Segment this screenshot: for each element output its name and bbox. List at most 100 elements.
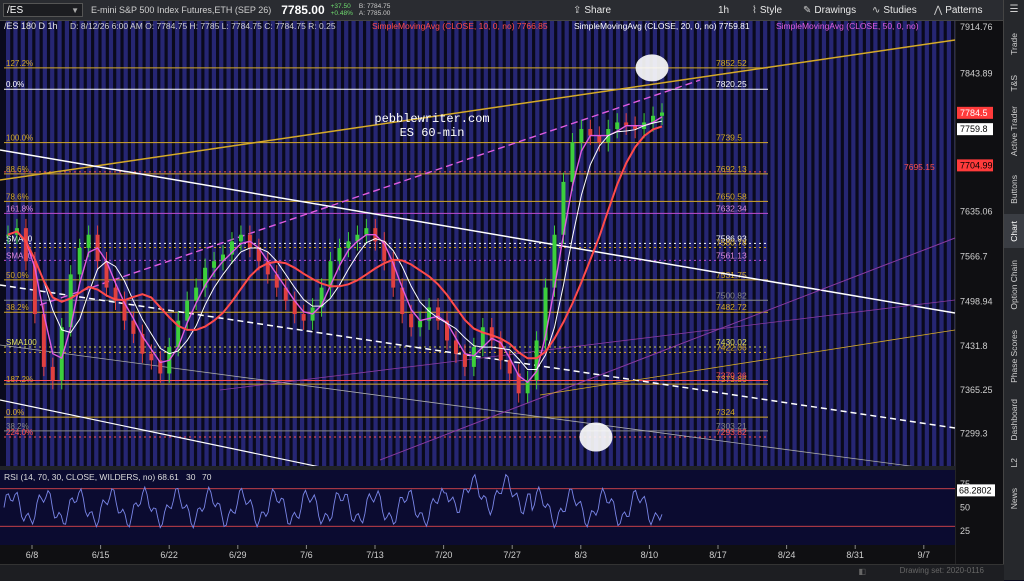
- tab-label: Buttons: [1009, 174, 1019, 204]
- style-label: Style: [759, 4, 783, 16]
- tab-option-chain[interactable]: Option Chain: [1004, 254, 1024, 316]
- tab-label: News: [1009, 488, 1019, 510]
- candle: [346, 241, 351, 248]
- symbol-input[interactable]: /ES ▼: [3, 3, 83, 17]
- y-tick-label: 7498.94: [960, 297, 993, 307]
- tab-label: T&S: [1009, 74, 1019, 92]
- annotation-text: pebblewriter.com: [374, 112, 489, 126]
- level-label: 7324: [716, 407, 735, 417]
- candle: [453, 340, 458, 354]
- chart-header: /ES ▼ E-mini S&P 500 Index Futures,ETH (…: [0, 0, 1004, 21]
- tab-l2[interactable]: L2: [1004, 450, 1024, 476]
- drawing-set-icon: ◧: [858, 567, 866, 576]
- y-tick-label: 7299.3: [960, 428, 988, 438]
- x-tick-label: 8/31: [846, 550, 864, 560]
- candle: [409, 314, 414, 328]
- style-icon: ⌇: [752, 4, 757, 16]
- time-stripe: [843, 20, 849, 466]
- candle: [364, 228, 369, 235]
- tab-active-trader[interactable]: Active Trader: [1004, 100, 1024, 162]
- x-tick-label: 6/15: [92, 550, 110, 560]
- share-button[interactable]: ⇪ Share: [573, 2, 611, 18]
- x-tick-label: 6/8: [26, 550, 39, 560]
- tab-label: Chart: [1009, 220, 1019, 242]
- level-tag: 187.2%: [6, 375, 33, 384]
- x-tick-label: 8/24: [778, 550, 796, 560]
- study-legend: SimpleMovingAvg (CLOSE, 20, 0, no) 7759.…: [574, 21, 750, 31]
- tab-news[interactable]: News: [1004, 482, 1024, 516]
- x-tick-label: 7/6: [300, 550, 313, 560]
- candle: [480, 327, 485, 348]
- time-stripe: [858, 20, 863, 466]
- y-tick-label: 7635.06: [960, 207, 993, 217]
- time-stripe: [865, 20, 871, 466]
- price-chart[interactable]: /ES 180 D 1h D: 8/12/26 6:00 AM O: 7784.7…: [0, 0, 1004, 580]
- change-value: +37.50: [330, 3, 351, 10]
- y-tick-label: 7843.89: [960, 69, 993, 79]
- y-tick-label: 7566.7: [960, 252, 988, 262]
- candle: [212, 261, 217, 268]
- drawings-label: Drawings: [814, 4, 857, 16]
- time-stripe: [851, 20, 856, 466]
- y-tick-label: 7365.25: [960, 385, 993, 395]
- ask-value: A: 7785.00: [358, 10, 391, 17]
- drawings-button[interactable]: ✎ Drawings: [803, 2, 856, 18]
- price-badge-label: 7784.5: [960, 108, 988, 118]
- level-label: 7580.78: [716, 237, 747, 247]
- timeframe-button[interactable]: 1h: [718, 2, 729, 18]
- level-tag: 0.0%: [6, 80, 24, 89]
- time-stripe: [821, 20, 827, 466]
- candle: [50, 366, 55, 381]
- ohlc-readout: D: 8/12/26 6:00 AM O: 7784.75 H: 7785 L:…: [70, 21, 336, 31]
- time-stripe: [785, 20, 790, 466]
- drawings-icon: ✎: [803, 4, 812, 16]
- level-tag: 78.6%: [6, 192, 29, 201]
- time-stripe: [910, 20, 915, 466]
- patterns-button[interactable]: ⋀ Patterns: [934, 2, 982, 18]
- study-legend: SimpleMovingAvg (CLOSE, 50, 0, no): [776, 21, 919, 31]
- style-button[interactable]: ⌇ Style: [752, 2, 782, 18]
- level-label: 7561.13: [716, 250, 747, 260]
- level-label: 7852.52: [716, 58, 747, 68]
- level-tag: SMA100: [6, 338, 37, 347]
- right-sidebar: ☰ Trade T&S Active Trader Buttons Chart …: [1003, 0, 1024, 580]
- x-tick-label: 6/22: [160, 550, 178, 560]
- studies-button[interactable]: ∿ Studies: [872, 2, 917, 18]
- candle: [77, 247, 82, 275]
- candle: [86, 234, 91, 248]
- study-legend: SimpleMovingAvg (CLOSE, 10, 0, no) 7766.…: [372, 21, 548, 31]
- candle: [579, 129, 584, 143]
- tab-buttons[interactable]: Buttons: [1004, 168, 1024, 210]
- time-stripe: [917, 20, 922, 466]
- x-tick-label: 8/17: [709, 550, 727, 560]
- price-change: +37.50 +0.48%: [331, 3, 353, 17]
- menu-icon[interactable]: ☰: [1004, 2, 1024, 16]
- level-label: 7422.06: [716, 342, 747, 352]
- chevron-down-icon[interactable]: ▼: [71, 6, 79, 15]
- level-label: 7632.34: [716, 203, 747, 213]
- tab-trade[interactable]: Trade: [1004, 26, 1024, 62]
- level-label: 7692.13: [716, 164, 747, 174]
- tab-dashboard[interactable]: Dashboard: [1004, 394, 1024, 446]
- candle: [534, 340, 539, 381]
- highlight-ellipse: [635, 54, 669, 82]
- tab-time-and-sales[interactable]: T&S: [1004, 66, 1024, 100]
- time-stripe: [888, 20, 893, 466]
- x-tick-label: 7/20: [435, 550, 453, 560]
- price-badge-label: 7759.8: [960, 124, 988, 134]
- x-tick-label: 9/7: [918, 550, 931, 560]
- x-tick-label: 7/13: [366, 550, 384, 560]
- x-tick-label: 6/29: [229, 550, 247, 560]
- level-tag: 0.0%: [6, 408, 24, 417]
- tab-phase-scores[interactable]: Phase Scores: [1004, 324, 1024, 388]
- level-tag: 88.6%: [6, 165, 29, 174]
- symbol-value[interactable]: /ES: [7, 5, 23, 16]
- tab-chart[interactable]: Chart: [1004, 214, 1024, 248]
- rsi-legend: RSI (14, 70, 30, CLOSE, WILDERS, no) 68.…: [4, 472, 179, 482]
- level-tag: SMA20: [6, 234, 33, 243]
- level-label: 7820.25: [716, 79, 747, 89]
- share-label: Share: [584, 4, 612, 16]
- x-tick-label: 8/10: [641, 550, 659, 560]
- price-badge-label: 7704.99: [960, 160, 993, 170]
- candle: [588, 129, 593, 136]
